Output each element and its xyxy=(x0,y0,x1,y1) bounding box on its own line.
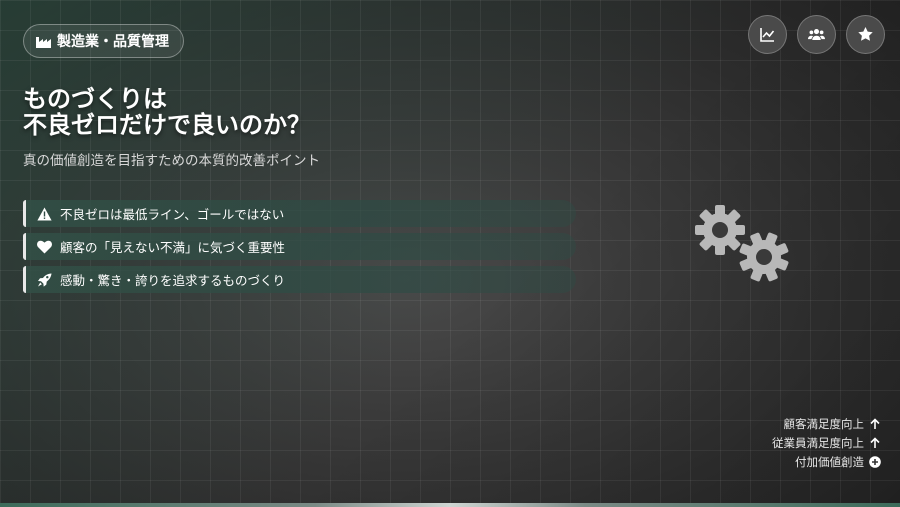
benefit-label: 付加価値創造 xyxy=(795,454,864,469)
key-point-label: 不良ゼロは最低ライン、ゴールではない xyxy=(60,207,285,222)
top-icon-group xyxy=(748,15,885,54)
warning-icon xyxy=(37,207,52,220)
page-title-line-1: ものづくりは xyxy=(23,84,167,113)
plus-circle-icon xyxy=(869,455,881,468)
page-subtitle: 真の価値創造を目指すための本質的改善ポイント xyxy=(23,153,320,169)
key-point-item: 不良ゼロは最低ライン、ゴールではない xyxy=(23,200,576,227)
benefits-list: 顧客満足度向上 従業員満足度向上 付加価値創造 xyxy=(772,414,881,471)
page-title: ものづくりは 不良ゼロだけで良いのか？ xyxy=(23,86,311,138)
chart-button[interactable] xyxy=(748,15,787,54)
benefit-label: 従業員満足度向上 xyxy=(772,435,864,450)
users-icon xyxy=(808,28,825,41)
benefit-item: 従業員満足度向上 xyxy=(772,433,881,452)
arrow-up-icon xyxy=(870,436,880,448)
factory-icon xyxy=(36,36,51,48)
key-points-list: 不良ゼロは最低ライン、ゴールではない 顧客の「見えない不満」に気づく重要性 感動… xyxy=(23,200,576,299)
benefit-item: 顧客満足度向上 xyxy=(772,414,881,433)
key-point-item: 顧客の「見えない不満」に気づく重要性 xyxy=(23,233,576,260)
star-icon xyxy=(858,27,873,41)
benefit-item: 付加価値創造 xyxy=(772,452,881,471)
gears-icon xyxy=(695,205,789,282)
users-button[interactable] xyxy=(797,15,836,54)
key-point-label: 感動・驚き・誇りを追求するものづくり xyxy=(60,273,286,288)
arrow-up-icon xyxy=(870,417,880,429)
chart-line-icon xyxy=(760,28,775,42)
bottom-accent-bar xyxy=(0,503,900,507)
heart-icon xyxy=(37,240,52,253)
key-point-label: 顧客の「見えない不満」に気づく重要性 xyxy=(60,240,286,255)
page-title-line-2: 不良ゼロだけで良いのか？ xyxy=(23,110,311,139)
category-badge-label: 製造業・品質管理 xyxy=(57,34,169,50)
category-badge: 製造業・品質管理 xyxy=(23,24,184,58)
rocket-icon xyxy=(38,273,52,287)
benefit-label: 顧客満足度向上 xyxy=(783,416,865,431)
key-point-item: 感動・驚き・誇りを追求するものづくり xyxy=(23,266,576,293)
star-button[interactable] xyxy=(846,15,885,54)
